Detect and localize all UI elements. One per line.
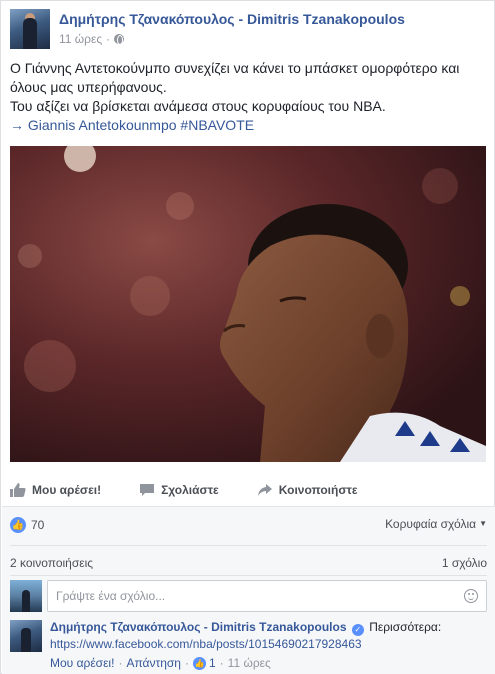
post-actions: Μου αρέσει! Σχολιάστε Κοινοποιήστε bbox=[10, 479, 486, 501]
comment-text: Περισσότερα: bbox=[369, 620, 442, 634]
share-arrow-icon bbox=[257, 483, 273, 497]
comment-reply-link[interactable]: Απάντηση bbox=[126, 655, 181, 672]
comment-link[interactable]: https://www.facebook.com/nba/posts/10154… bbox=[50, 637, 362, 651]
comment-like-link[interactable]: Μου αρέσει! bbox=[50, 655, 114, 672]
like-reaction-icon: 👍 bbox=[192, 657, 206, 670]
post-card: Δημήτρης Τζανακόπουλος - Dimitris Tzanak… bbox=[0, 0, 495, 674]
comment-button-label: Σχολιάστε bbox=[161, 483, 219, 497]
post-hashtag-link[interactable]: → Giannis Antetokounmpo #NBAVOTE bbox=[10, 116, 480, 135]
globe-icon[interactable] bbox=[114, 34, 125, 45]
photo-image bbox=[10, 146, 486, 462]
post-photo[interactable] bbox=[10, 146, 486, 462]
thumbs-up-icon bbox=[10, 483, 26, 497]
author-name[interactable]: Δημήτρης Τζανακόπουλος - Dimitris Tzanak… bbox=[59, 11, 405, 27]
share-button-label: Κοινοποιήστε bbox=[278, 483, 358, 497]
post-timestamp[interactable]: 11 ώρες bbox=[59, 32, 102, 46]
comment-likes-count[interactable]: 1 bbox=[209, 655, 216, 672]
comment-button[interactable]: Σχολιάστε bbox=[139, 483, 219, 497]
share-button[interactable]: Κοινοποιήστε bbox=[257, 483, 358, 497]
comment-timestamp[interactable]: 11 ώρες bbox=[228, 655, 271, 672]
comment-input-placeholder: Γράψτε ένα σχόλιο... bbox=[56, 589, 166, 603]
commenter-name[interactable]: Δημήτρης Τζανακόπουλος - Dimitris Tzanak… bbox=[50, 620, 347, 634]
like-button[interactable]: Μου αρέσει! bbox=[10, 483, 101, 497]
comment-actions: Μου αρέσει! · Απάντηση · 👍 1 · 11 ώρες bbox=[50, 655, 271, 672]
post-meta: 11 ώρες · bbox=[59, 32, 125, 46]
post-text-line: Ο Γιάννης Αντετοκούνμπο συνεχίζει να κάν… bbox=[10, 60, 460, 76]
comments-count[interactable]: 1 σχόλιο bbox=[442, 556, 487, 570]
likes-count: 70 bbox=[31, 518, 45, 532]
speech-bubble-icon bbox=[139, 483, 155, 497]
comment-input[interactable]: Γράψτε ένα σχόλιο... bbox=[47, 580, 487, 612]
post-text: Ο Γιάννης Αντετοκούνμπο συνεχίζει να κάν… bbox=[10, 59, 480, 135]
like-button-label: Μου αρέσει! bbox=[32, 483, 102, 497]
post-text-line: Του αξίζει να βρίσκεται ανάμεσα στους κο… bbox=[10, 98, 386, 114]
divider bbox=[10, 545, 487, 546]
reaction-summary[interactable]: 👍 70 bbox=[10, 517, 44, 533]
feedback-section: 👍 70 Κορυφαία σχόλια ▼ 2 κοινοποιήσεις 1 … bbox=[2, 506, 495, 674]
caret-down-icon: ▼ bbox=[479, 519, 487, 528]
comment-order-dropdown[interactable]: Κορυφαία σχόλια ▼ bbox=[385, 517, 487, 531]
post-header: Δημήτρης Τζανακόπουλος - Dimitris Tzanak… bbox=[10, 9, 480, 49]
shares-count[interactable]: 2 κοινοποιήσεις bbox=[10, 556, 93, 570]
commenter-avatar[interactable] bbox=[10, 620, 42, 652]
verified-badge-icon: ✓ bbox=[351, 624, 364, 636]
comment-order-label: Κορυφαία σχόλια bbox=[385, 517, 477, 531]
author-avatar[interactable] bbox=[10, 9, 50, 49]
comment-body: Δημήτρης Τζανακόπουλος - Dimitris Tzanak… bbox=[50, 619, 490, 672]
composer-avatar bbox=[10, 580, 42, 612]
emoji-icon[interactable] bbox=[464, 589, 478, 603]
like-reaction-icon: 👍 bbox=[10, 517, 26, 533]
divider bbox=[10, 575, 487, 576]
post-text-line: όλους μας υπερήφανους. bbox=[10, 79, 167, 95]
